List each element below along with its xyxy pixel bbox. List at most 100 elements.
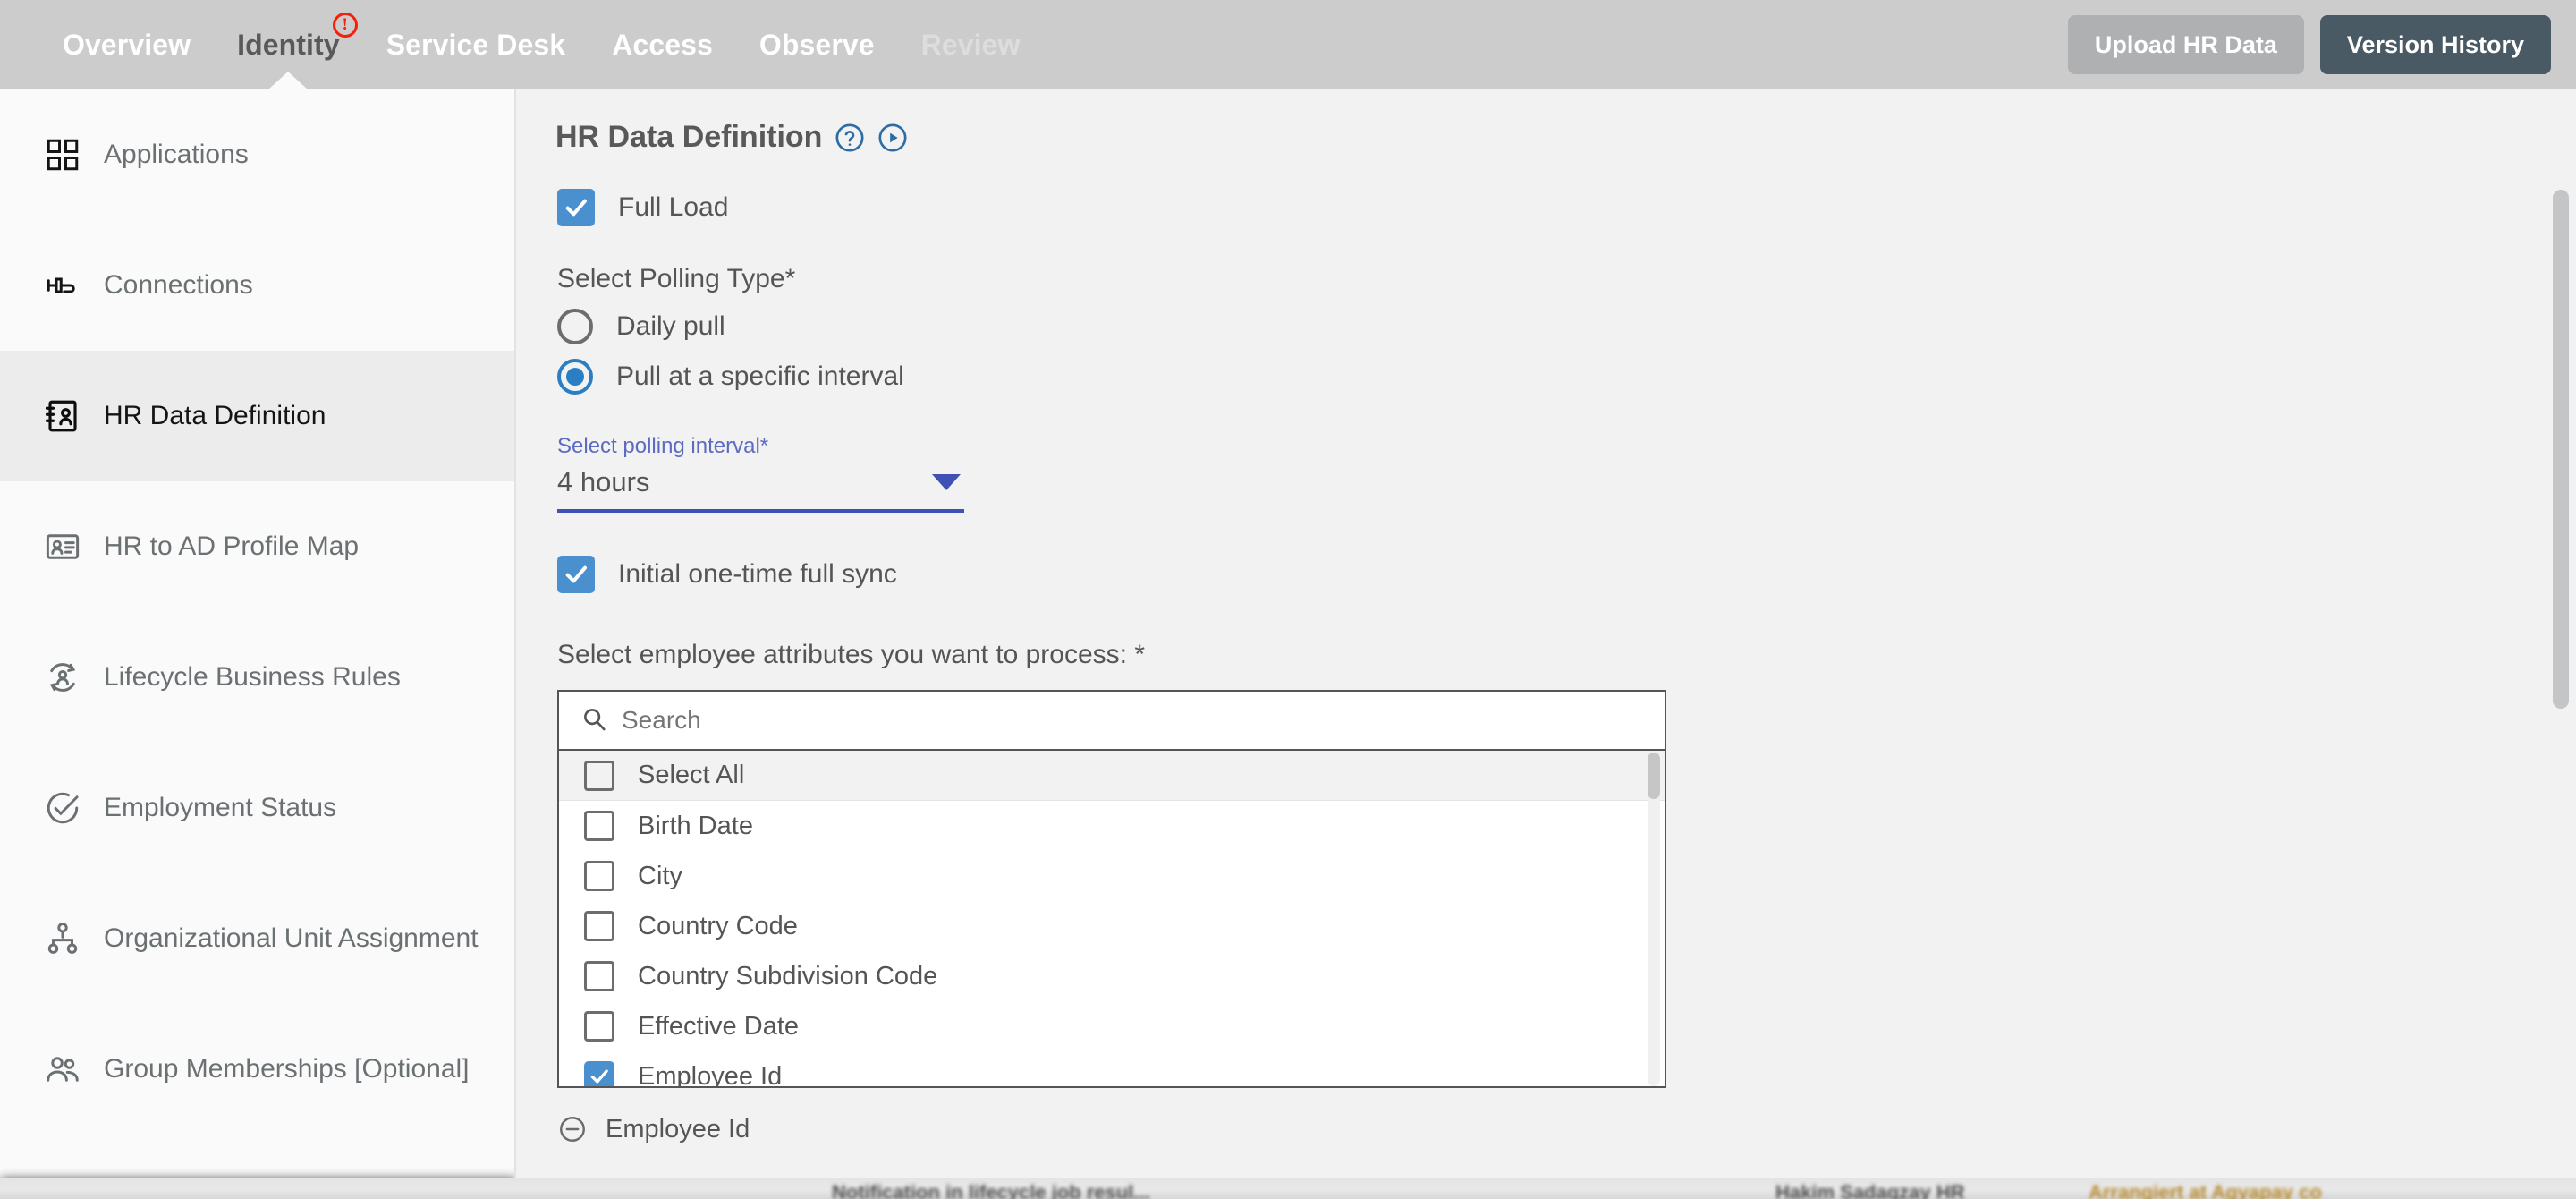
grid-icon <box>43 135 82 174</box>
main-panel: HR Data Definition Full Load Select Poll… <box>518 89 2576 1199</box>
org-tree-icon <box>43 919 82 958</box>
option-checkbox[interactable] <box>584 1011 614 1042</box>
users-icon <box>43 1050 82 1089</box>
bottom-fragment-text: Notification in lifecycle job resul... <box>832 1181 1150 1199</box>
full-load-checkbox[interactable] <box>557 189 595 226</box>
question-circle-icon[interactable] <box>835 123 865 153</box>
full-load-label: Full Load <box>618 192 729 222</box>
polling-interval-select[interactable]: 4 hours <box>557 466 964 513</box>
nav-tab-review[interactable]: Review <box>898 0 1044 89</box>
option-checkbox[interactable] <box>584 961 614 991</box>
option-label: Birth Date <box>638 811 753 840</box>
selected-attribute-chip[interactable]: Employee Id <box>557 1102 2576 1156</box>
sidebar-item-label: HR Data Definition <box>104 401 326 430</box>
top-navigation-bar: Overview Identity ! Service Desk Access … <box>0 0 2576 89</box>
option-checkbox[interactable] <box>584 861 614 891</box>
chip-label: Employee Id <box>606 1114 750 1144</box>
chevron-down-icon <box>932 474 961 490</box>
sidebar-item-label: Connections <box>104 270 253 300</box>
plug-icon <box>43 266 82 305</box>
user-cycle-icon <box>43 658 82 697</box>
sidebar-item-hr-to-ad-profile-map[interactable]: HR to AD Profile Map <box>0 481 514 612</box>
sidebar-item-applications[interactable]: Applications <box>0 89 514 220</box>
sidebar-item-lifecycle-business-rules[interactable]: Lifecycle Business Rules <box>0 612 514 743</box>
check-circle-icon <box>43 788 82 828</box>
option-label: Select All <box>638 761 745 789</box>
attributes-option-effective-date[interactable]: Effective Date <box>559 1001 1665 1051</box>
nav-tab-list: Overview Identity ! Service Desk Access … <box>0 0 1044 89</box>
content-area: Applications Connections HR Data Definit… <box>0 89 2576 1199</box>
page-scrollbar[interactable] <box>2553 190 2569 1156</box>
option-checkbox[interactable] <box>584 1061 614 1086</box>
bottom-fragment-text: Arrangiert at Agyapay co <box>2089 1181 2322 1199</box>
sidebar-item-hr-data-definition[interactable]: HR Data Definition <box>0 351 514 481</box>
sidebar-item-connections[interactable]: Connections <box>0 220 514 351</box>
radio-option-specific-interval[interactable]: Pull at a specific interval <box>557 359 2576 395</box>
attributes-option-city[interactable]: City <box>559 851 1665 901</box>
select-all-checkbox[interactable] <box>584 760 614 791</box>
version-history-button[interactable]: Version History <box>2319 15 2551 74</box>
nav-tab-service-desk[interactable]: Service Desk <box>363 0 589 89</box>
page-scroll-thumb[interactable] <box>2553 190 2569 709</box>
sidebar-item-label: Group Memberships [Optional] <box>104 1054 470 1084</box>
attributes-search-row[interactable] <box>559 692 1665 751</box>
sidebar-item-employment-status[interactable]: Employment Status <box>0 743 514 873</box>
specific-interval-radio[interactable] <box>557 359 593 395</box>
sidebar-navigation[interactable]: Applications Connections HR Data Definit… <box>0 89 516 1199</box>
attributes-option-list[interactable]: Select All Birth Date City Country Code … <box>559 751 1665 1086</box>
page-title: HR Data Definition <box>555 120 823 154</box>
sidebar-item-organizational-unit-assignment[interactable]: Organizational Unit Assignment <box>0 873 514 1004</box>
active-tab-pointer-icon <box>268 72 309 89</box>
nav-tab-identity[interactable]: Identity ! <box>214 0 363 89</box>
nav-tab-label: Identity <box>237 28 340 61</box>
attributes-list-scrollbar[interactable] <box>1648 751 1660 1086</box>
play-circle-icon[interactable] <box>877 123 908 153</box>
sidebar-item-label: Employment Status <box>104 793 337 822</box>
attributes-title: Select employee attributes you want to p… <box>557 640 1146 669</box>
initial-sync-row[interactable]: Initial one-time full sync <box>557 556 2576 593</box>
polling-interval-value: 4 hours <box>557 466 650 497</box>
initial-sync-checkbox[interactable] <box>557 556 595 593</box>
selected-attributes-area: Employee Id <box>557 1102 2576 1156</box>
page-header: HR Data Definition <box>518 89 2576 155</box>
attributes-option-country-subdivision-code[interactable]: Country Subdivision Code <box>559 951 1665 1001</box>
hr-data-definition-form: Full Load Select Polling Type* Daily pul… <box>518 155 2576 1156</box>
option-checkbox[interactable] <box>584 811 614 841</box>
attributes-option-country-code[interactable]: Country Code <box>559 901 1665 951</box>
search-icon <box>580 705 607 736</box>
nav-tab-label: Overview <box>63 28 191 61</box>
nav-tab-access[interactable]: Access <box>589 0 736 89</box>
radio-option-daily-pull[interactable]: Daily pull <box>557 309 2576 344</box>
option-checkbox[interactable] <box>584 911 614 941</box>
app-root: Overview Identity ! Service Desk Access … <box>0 0 2576 1199</box>
option-label: Country Code <box>638 911 798 940</box>
sidebar-item-label: Applications <box>104 140 249 169</box>
nav-tab-overview[interactable]: Overview <box>39 0 214 89</box>
nav-tab-label: Service Desk <box>386 28 566 61</box>
attributes-multiselect[interactable]: Select All Birth Date City Count <box>557 690 1666 1088</box>
sidebar-item-label: HR to AD Profile Map <box>104 531 360 561</box>
attributes-search-input[interactable] <box>622 706 1643 735</box>
specific-interval-label: Pull at a specific interval <box>616 361 904 391</box>
sidebar-item-group-memberships[interactable]: Group Memberships [Optional] <box>0 1004 514 1135</box>
upload-hr-data-button[interactable]: Upload HR Data <box>2067 15 2304 74</box>
attributes-option-select-all[interactable]: Select All <box>559 751 1665 801</box>
option-label: Employee Id <box>638 1061 783 1087</box>
nav-tab-label: Observe <box>758 28 875 61</box>
minus-circle-icon[interactable] <box>557 1114 588 1144</box>
attributes-option-birth-date[interactable]: Birth Date <box>559 801 1665 851</box>
nav-tab-observe[interactable]: Observe <box>736 0 898 89</box>
sidebar-item-label: Lifecycle Business Rules <box>104 662 401 692</box>
full-load-row[interactable]: Full Load <box>557 189 2576 226</box>
attributes-option-employee-id[interactable]: Employee Id <box>559 1051 1665 1086</box>
nav-action-buttons: Upload HR Data Version History <box>2067 0 2551 89</box>
nav-tab-label: Access <box>612 28 713 61</box>
daily-pull-radio[interactable] <box>557 309 593 344</box>
contact-card-icon <box>43 396 82 436</box>
option-label: Effective Date <box>638 1011 800 1041</box>
sidebar-item-label: Organizational Unit Assignment <box>104 923 479 953</box>
initial-sync-label: Initial one-time full sync <box>618 559 897 589</box>
polling-type-title: Select Polling Type* <box>557 264 796 293</box>
attributes-list-scroll-thumb[interactable] <box>1648 753 1660 799</box>
polling-interval-field: Select polling interval* 4 hours <box>557 434 964 513</box>
